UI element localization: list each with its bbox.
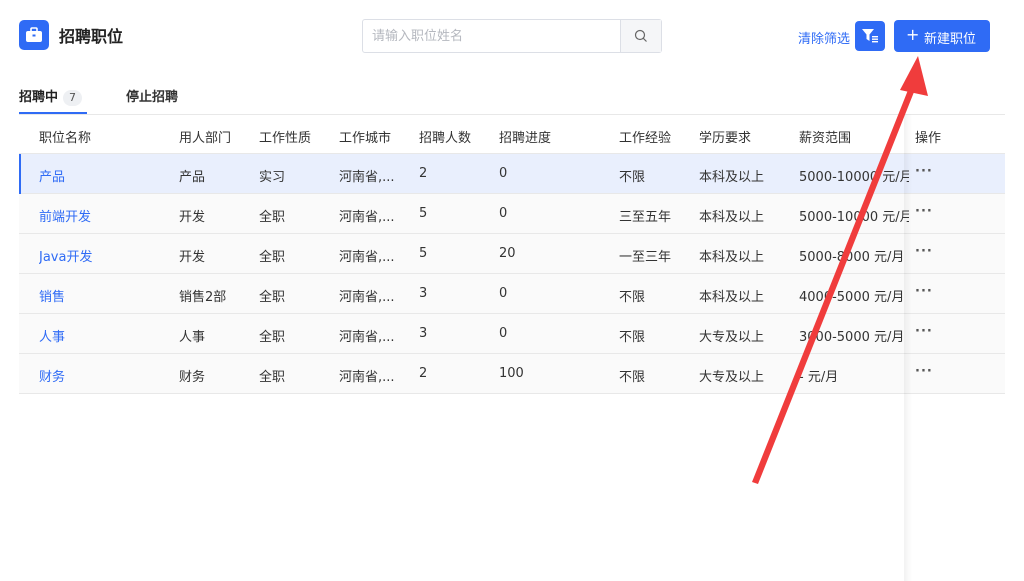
- city-cell: 河南省,...: [339, 290, 395, 305]
- fixed-column-shadow: [904, 114, 912, 581]
- table-row[interactable]: 财务 财务 全职 河南省,... 2 100 不限 大专及以上 - 元/月 ··…: [19, 354, 1005, 394]
- tab-stopped[interactable]: 停止招聘: [126, 86, 178, 105]
- page-title: 招聘职位: [59, 27, 124, 46]
- column-header: 招聘人数: [419, 131, 472, 146]
- tab-stopped-label: 停止招聘: [126, 90, 179, 105]
- search-input[interactable]: [363, 20, 621, 52]
- table-row[interactable]: 前端开发 开发 全职 河南省,... 5 0 三至五年 本科及以上 5000-1…: [19, 194, 1005, 234]
- city-cell: 河南省,...: [339, 370, 395, 385]
- column-header: 工作经验: [619, 131, 672, 146]
- search-button[interactable]: [620, 20, 661, 52]
- briefcase-icon: [19, 20, 49, 50]
- position-name-link[interactable]: 前端开发: [39, 206, 179, 225]
- status-tabs: 招聘中 7 停止招聘: [0, 80, 1024, 114]
- position-name-link[interactable]: 财务: [39, 366, 179, 385]
- column-header: 操作: [915, 131, 942, 146]
- more-icon[interactable]: ···: [915, 364, 975, 379]
- positions-table: 职位名称 用人部门 工作性质 工作城市 招聘人数 招聘进度 工作经验 学历要求 …: [19, 114, 1005, 394]
- more-icon[interactable]: ···: [915, 284, 975, 299]
- dept-cell: 开发: [179, 250, 206, 265]
- progress-cell: 0: [499, 326, 508, 341]
- tab-recruiting[interactable]: 招聘中 7: [19, 86, 83, 106]
- education-cell: 大专及以上: [699, 370, 765, 385]
- tab-count-badge: 7: [63, 90, 83, 106]
- table-header: 职位名称 用人部门 工作性质 工作城市 招聘人数 招聘进度 工作经验 学历要求 …: [19, 114, 1005, 154]
- table-row[interactable]: Java开发 开发 全职 河南省,... 5 20 一至三年 本科及以上 500…: [19, 234, 1005, 274]
- progress-cell: 0: [499, 166, 508, 181]
- education-cell: 本科及以上: [699, 290, 765, 305]
- salary-cell: 3000-5000 元/月: [799, 330, 905, 345]
- education-cell: 本科及以上: [699, 170, 765, 185]
- salary-cell: 5000-8000 元/月: [799, 250, 905, 265]
- more-icon[interactable]: ···: [915, 164, 975, 179]
- count-cell: 5: [419, 206, 428, 221]
- filter-button[interactable]: [855, 21, 885, 51]
- type-cell: 全职: [259, 330, 286, 345]
- city-cell: 河南省,...: [339, 330, 395, 345]
- experience-cell: 不限: [619, 170, 646, 185]
- more-icon[interactable]: ···: [915, 244, 975, 259]
- column-header: 学历要求: [699, 131, 752, 146]
- experience-cell: 不限: [619, 290, 646, 305]
- dept-cell: 财务: [179, 370, 206, 385]
- plus-icon: +: [906, 25, 920, 44]
- position-name-link[interactable]: 人事: [39, 326, 179, 345]
- dept-cell: 产品: [179, 170, 206, 185]
- progress-cell: 100: [499, 366, 524, 381]
- count-cell: 2: [419, 366, 428, 381]
- education-cell: 本科及以上: [699, 250, 765, 265]
- count-cell: 3: [419, 286, 428, 301]
- position-name-link[interactable]: Java开发: [39, 246, 179, 265]
- table-row[interactable]: 销售 销售2部 全职 河南省,... 3 0 不限 本科及以上 4000-500…: [19, 274, 1005, 314]
- position-name-link[interactable]: 销售: [39, 286, 179, 305]
- column-header: 薪资范围: [799, 131, 852, 146]
- tab-recruiting-label: 招聘中: [19, 90, 59, 105]
- more-icon[interactable]: ···: [915, 204, 975, 219]
- type-cell: 全职: [259, 250, 286, 265]
- city-cell: 河南省,...: [339, 170, 395, 185]
- more-icon[interactable]: ···: [915, 324, 975, 339]
- table-row[interactable]: 人事 人事 全职 河南省,... 3 0 不限 大专及以上 3000-5000 …: [19, 314, 1005, 354]
- column-header: 用人部门: [179, 131, 232, 146]
- type-cell: 实习: [259, 170, 286, 185]
- city-cell: 河南省,...: [339, 210, 395, 225]
- table-row[interactable]: 产品 产品 实习 河南省,... 2 0 不限 本科及以上 5000-10000…: [19, 154, 1005, 194]
- column-header: 工作性质: [259, 131, 312, 146]
- salary-cell: 5000-10000 元/月: [799, 170, 909, 185]
- experience-cell: 三至五年: [619, 210, 672, 225]
- new-position-button[interactable]: + 新建职位: [894, 20, 990, 52]
- progress-cell: 20: [499, 246, 516, 261]
- experience-cell: 不限: [619, 330, 646, 345]
- count-cell: 3: [419, 326, 428, 341]
- progress-cell: 0: [499, 206, 508, 221]
- progress-cell: 0: [499, 286, 508, 301]
- salary-cell: 5000-10000 元/月: [799, 210, 909, 225]
- count-cell: 2: [419, 166, 428, 181]
- count-cell: 5: [419, 246, 428, 261]
- experience-cell: 不限: [619, 370, 646, 385]
- type-cell: 全职: [259, 290, 286, 305]
- search-icon: [634, 29, 647, 42]
- dept-cell: 开发: [179, 210, 206, 225]
- page-header: 招聘职位 清除筛选 + 新建职位: [0, 0, 1024, 70]
- type-cell: 全职: [259, 210, 286, 225]
- salary-cell: 4000-5000 元/月: [799, 290, 905, 305]
- education-cell: 本科及以上: [699, 210, 765, 225]
- filter-icon: [862, 29, 878, 43]
- new-position-label: 新建职位: [924, 32, 977, 47]
- column-header: 职位名称: [39, 131, 92, 146]
- type-cell: 全职: [259, 370, 286, 385]
- education-cell: 大专及以上: [699, 330, 765, 345]
- city-cell: 河南省,...: [339, 250, 395, 265]
- column-header: 招聘进度: [499, 131, 552, 146]
- experience-cell: 一至三年: [619, 250, 672, 265]
- clear-filter-link[interactable]: 清除筛选: [798, 28, 850, 47]
- search-box: [362, 19, 662, 53]
- salary-cell: - 元/月: [799, 370, 839, 385]
- column-header: 工作城市: [339, 131, 392, 146]
- dept-cell: 人事: [179, 330, 206, 345]
- position-name-link[interactable]: 产品: [39, 166, 179, 185]
- dept-cell: 销售2部: [179, 290, 227, 305]
